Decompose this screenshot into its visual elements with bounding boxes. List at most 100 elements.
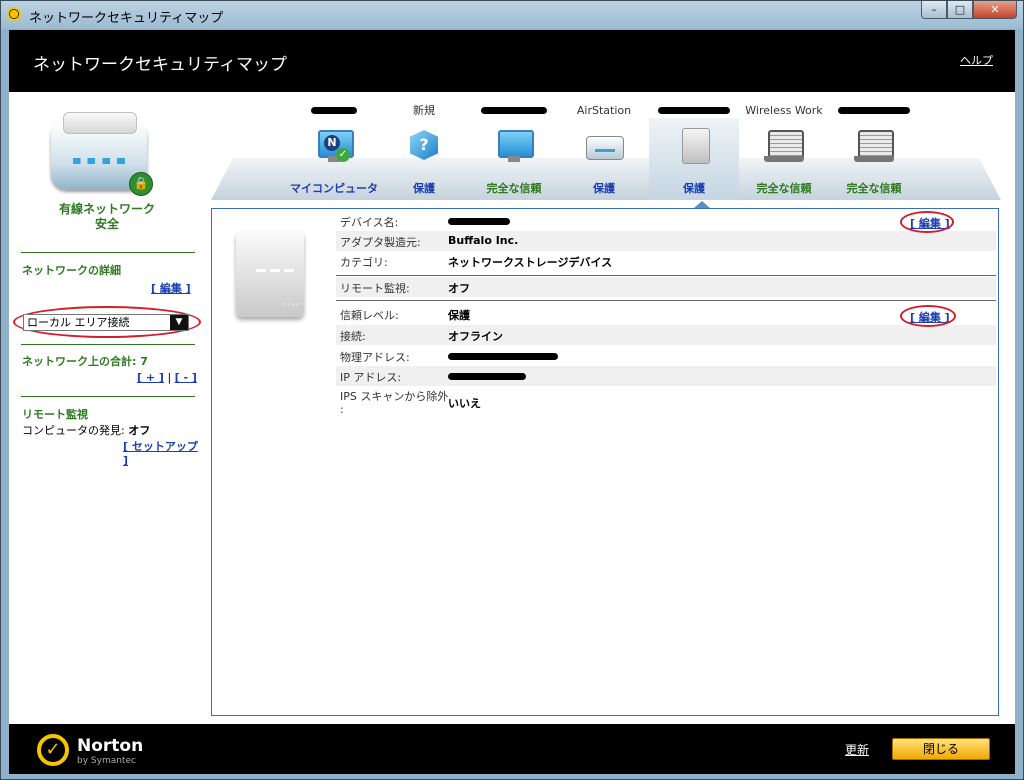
connection-row: 接続: オフライン — [336, 325, 996, 345]
connection-select[interactable]: ローカル エリア接続 ▼ — [23, 314, 189, 331]
device-label: 保護 — [413, 182, 435, 195]
redacted-name — [658, 107, 730, 114]
checkmark-icon: ✓ — [336, 148, 350, 162]
laptop-icon — [858, 130, 894, 158]
sidebar: 🔒 有線ネットワーク 安全 ネットワークの詳細 [ 編集 ] ローカル エリア接… — [9, 92, 205, 724]
close-button[interactable]: 閉じる — [892, 738, 990, 760]
window-title: ネットワークセキュリティマップ — [29, 11, 224, 26]
redacted-name — [311, 107, 357, 114]
device-label: 保護 — [593, 182, 615, 195]
divider — [336, 300, 996, 301]
device-tile-wireless-work[interactable]: Wireless Work 完全な信頼 — [739, 102, 829, 200]
ips-label-line1: IPS スキャンから除外 — [340, 390, 449, 403]
norton-logo: ✓ Norton by Symantec — [37, 730, 177, 770]
category-value: ネットワークストレージデバイス — [448, 256, 613, 269]
divider — [21, 252, 195, 253]
mac-label: 物理アドレス: — [340, 351, 410, 364]
nas-large-icon — [236, 231, 304, 321]
refresh-link[interactable]: 更新 — [845, 741, 869, 758]
device-name-label: デバイス名: — [340, 216, 399, 229]
mac-row: 物理アドレス: — [336, 346, 996, 366]
device-name: AirStation — [576, 104, 632, 117]
page-title: ネットワークセキュリティマップ — [33, 55, 287, 75]
vendor-row: アダプタ製造元: Buffalo Inc. — [336, 231, 996, 251]
remote-row: リモート監視: オフ — [336, 277, 996, 297]
network-type-label: 有線ネットワーク — [58, 202, 155, 216]
trust-value: 保護 — [448, 309, 470, 322]
ips-label: IPS スキャンから除外 : — [340, 390, 448, 416]
divider — [21, 396, 195, 397]
device-name: 新規 — [413, 104, 435, 117]
lock-icon: 🔒 — [129, 172, 153, 196]
category-label: カテゴリ: — [340, 256, 388, 269]
computer-discovery-label: コンピュータの発見: — [22, 424, 125, 437]
help-link[interactable]: ヘルプ — [960, 52, 993, 68]
category-row: カテゴリ: ネットワークストレージデバイス — [336, 251, 996, 271]
computer-discovery-value: オフ — [128, 424, 151, 437]
close-window-button[interactable]: ✕ — [973, 1, 1017, 19]
device-name-value — [448, 214, 510, 227]
device-label: 完全な信頼 — [756, 182, 812, 195]
network-status: 有線ネットワーク 安全 — [9, 202, 205, 232]
device-tile-new[interactable]: 新規 ? 保護 — [379, 102, 469, 200]
device-label: 完全な信頼 — [846, 182, 902, 195]
nas-icon — [682, 128, 710, 164]
brand-name: Norton — [77, 736, 144, 756]
network-total-label: ネットワーク上の合計: 7 — [22, 355, 148, 368]
ip-value — [448, 369, 526, 382]
device-details-panel: デバイス名: アダプタ製造元: Buffalo Inc. カテゴリ: ネットワー… — [211, 208, 999, 716]
main-content: 🔒 有線ネットワーク 安全 ネットワークの詳細 [ 編集 ] ローカル エリア接… — [9, 92, 1015, 724]
ips-row: IPS スキャンから除外 : いいえ — [336, 387, 996, 419]
title-bar: ネットワークセキュリティマップ – □ ✕ — [1, 1, 1023, 29]
app-header: ネットワークセキュリティマップ ヘルプ — [9, 30, 1015, 92]
device-tile-laptop[interactable]: 完全な信頼 — [829, 102, 919, 200]
add-device-link[interactable]: [ + ] — [137, 371, 164, 384]
device-tile-monitor[interactable]: 完全な信頼 — [469, 102, 559, 200]
wired-network-router-icon: 🔒 — [49, 110, 153, 198]
device-tile-nas-selected[interactable]: 保護 — [649, 102, 739, 200]
network-details-title: ネットワークの詳細 — [22, 264, 121, 277]
ips-label-line2: : — [340, 403, 344, 416]
computer-discovery: コンピュータの発見: オフ — [22, 422, 150, 438]
app-window: ネットワークセキュリティマップ – □ ✕ ネットワークセキュリティマップ ヘル… — [0, 0, 1024, 780]
network-safety-label: 安全 — [94, 217, 119, 231]
trust-row: 信頼レベル: 保護 — [336, 304, 996, 324]
minimize-button[interactable]: – — [921, 1, 947, 19]
edit-network-link[interactable]: [ 編集 ] — [151, 280, 191, 296]
device-tile-my-computer[interactable]: N ✓ マイコンピュータ — [289, 102, 379, 200]
vendor-value: Buffalo Inc. — [448, 234, 519, 247]
laptop-icon — [768, 130, 804, 158]
mac-value — [448, 349, 558, 362]
dropdown-arrow-icon[interactable]: ▼ — [170, 315, 188, 330]
device-label: マイコンピュータ — [290, 182, 378, 195]
selection-pointer — [694, 201, 710, 208]
unknown-device-icon: ? — [410, 130, 438, 160]
connection-select-value: ローカル エリア接続 — [27, 316, 130, 329]
app-icon — [7, 7, 21, 21]
device-name: Wireless Work — [745, 104, 823, 117]
remote-monitoring-title: リモート監視 — [22, 408, 88, 421]
remote-value: オフ — [448, 282, 470, 295]
device-strip: N✓ マイコンピュータ 新規 ? 保護 完全な信頼 AirStation 保護 — [211, 102, 1001, 208]
remote-label: リモート監視: — [340, 282, 410, 295]
remove-device-link[interactable]: [ - ] — [175, 371, 197, 384]
vendor-label: アダプタ製造元: — [340, 236, 421, 249]
footer: ✓ Norton by Symantec 更新 閉じる — [9, 724, 1015, 774]
divider — [21, 344, 195, 345]
setup-link[interactable]: [ セットアップ ] — [123, 438, 205, 467]
device-tile-airstation[interactable]: AirStation 保護 — [559, 102, 649, 200]
redacted-name — [838, 107, 910, 114]
divider — [336, 275, 996, 276]
device-name-row: デバイス名: — [336, 211, 996, 231]
connection-value: オフライン — [448, 330, 503, 343]
trust-label: 信頼レベル: — [340, 309, 399, 322]
ips-value: いいえ — [448, 397, 481, 410]
link-separator: | — [167, 371, 172, 384]
device-label: 完全な信頼 — [486, 182, 542, 195]
maximize-button[interactable]: □ — [947, 1, 973, 19]
router-icon — [586, 136, 624, 160]
monitor-icon — [498, 130, 534, 158]
ip-row: IP アドレス: — [336, 366, 996, 386]
norton-check-icon: ✓ — [37, 734, 69, 766]
highlight-ring — [900, 305, 956, 327]
